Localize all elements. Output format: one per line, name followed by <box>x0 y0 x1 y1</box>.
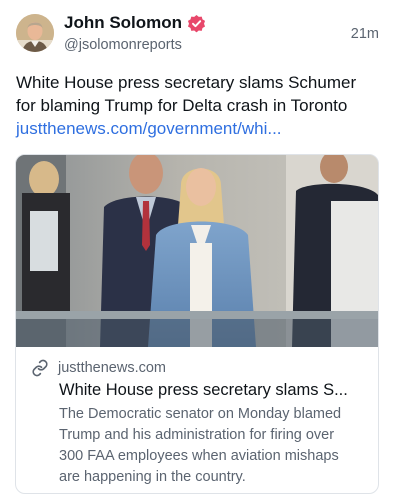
verified-badge-icon <box>187 14 206 33</box>
post-text: White House press secretary slams Schume… <box>16 71 381 140</box>
link-icon <box>31 359 49 377</box>
card-image[interactable] <box>16 155 378 347</box>
author-display-name[interactable]: John Solomon <box>64 13 182 33</box>
post-link[interactable]: justthenews.com/government/whi... <box>16 117 381 140</box>
card-description-line: are happening in the country. <box>59 469 246 485</box>
author-handle[interactable]: @jsolomonreports <box>64 37 182 53</box>
card-description-line: Trump and his administration for firing … <box>59 427 335 443</box>
post-text-line: White House press secretary slams Schume… <box>16 73 357 92</box>
card-description-line: 300 FAA employees when aviation mishaps <box>59 448 339 464</box>
card-description-line: The Democratic senator on Monday blamed <box>59 406 342 422</box>
social-post: John Solomon @jsolomonreports 21m White … <box>0 0 395 500</box>
card-domain-row: justthenews.com <box>31 358 166 378</box>
post-text-line: for blaming Trump for Delta crash in Tor… <box>16 96 348 115</box>
card-description: The Democratic senator on Monday blamed … <box>59 404 369 488</box>
card-domain: justthenews.com <box>58 360 166 376</box>
author-name-row: John Solomon <box>64 12 206 34</box>
post-timestamp[interactable]: 21m <box>351 26 379 42</box>
link-preview-card[interactable]: justthenews.com White House press secret… <box>15 154 379 494</box>
avatar[interactable] <box>16 14 54 52</box>
card-title: White House press secretary slams S... <box>59 381 348 399</box>
